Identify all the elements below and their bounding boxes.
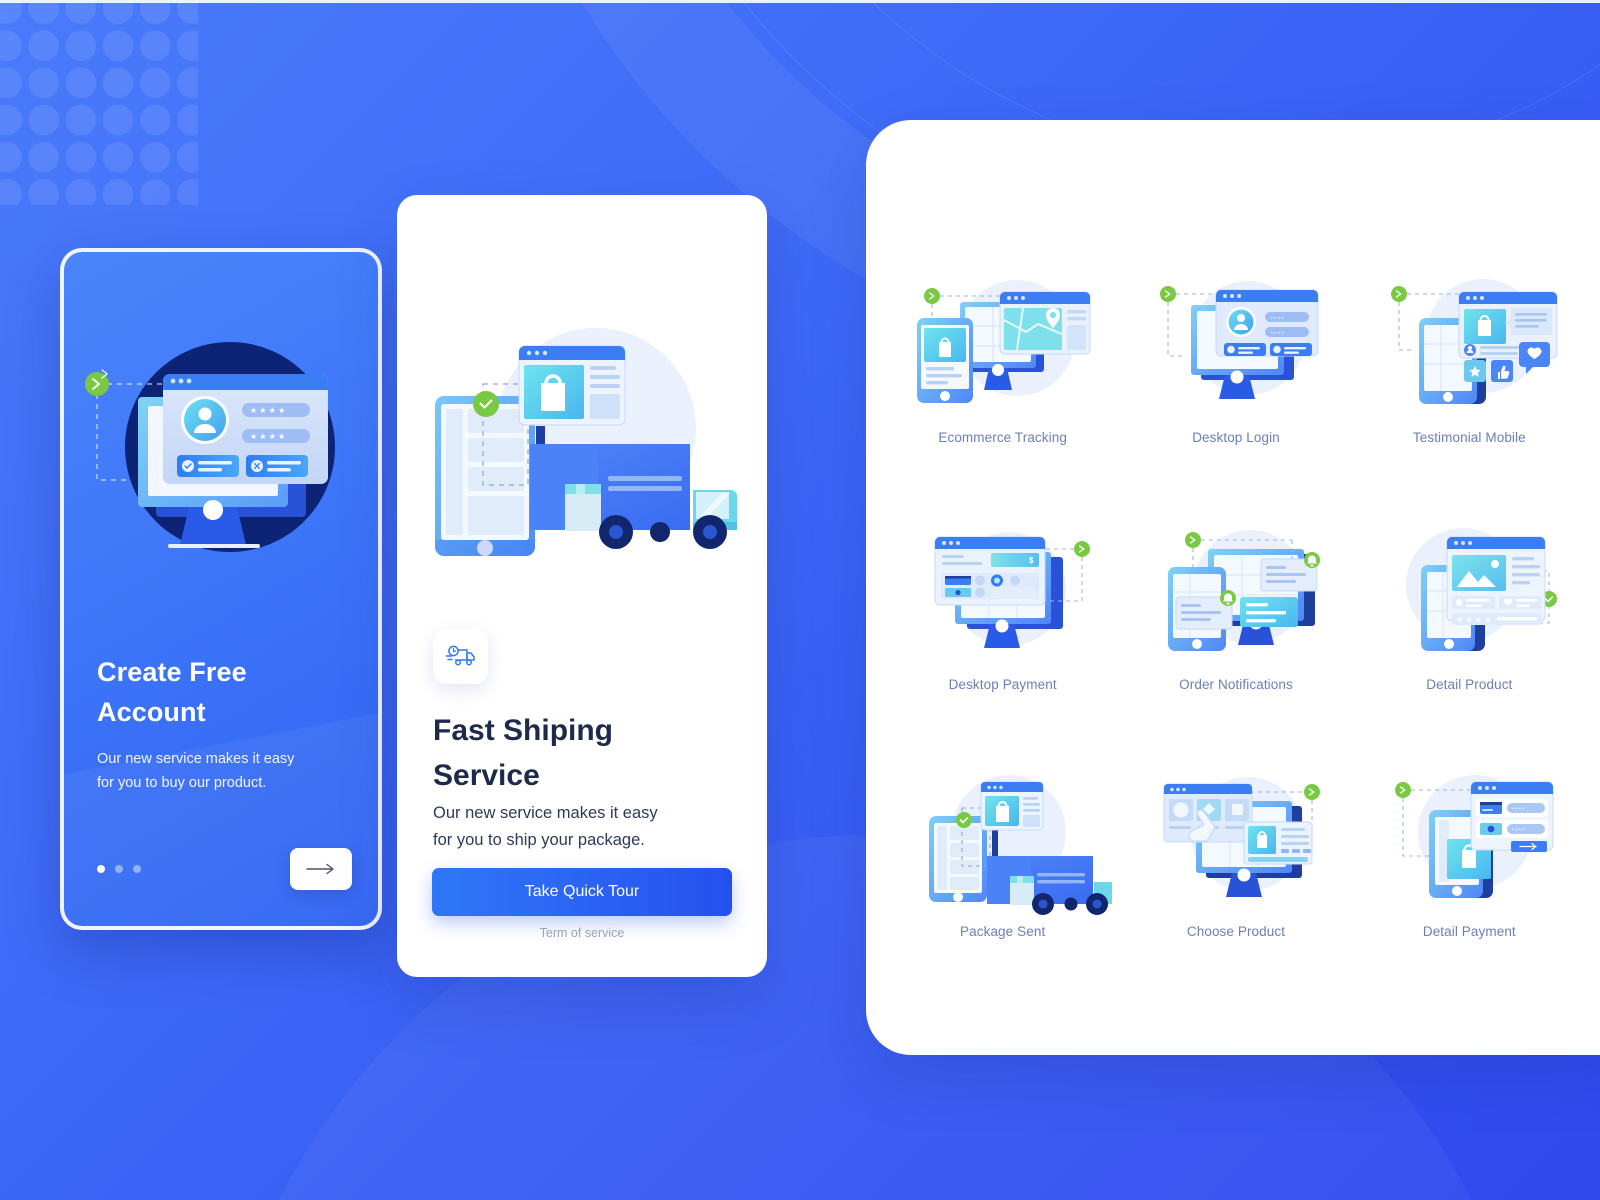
pagination-dot-2[interactable]: [115, 865, 123, 873]
onboarding-subtitle-line1: Our new service makes it easy: [97, 751, 295, 767]
onboarding-text-block: Create Free Account Our new service make…: [97, 652, 347, 795]
svg-text:• • • •: • • • •: [1271, 331, 1283, 337]
shipping-title-line2: Service: [433, 759, 540, 792]
top-edge-strip: [0, 0, 1600, 3]
pagination-dot-3[interactable]: [133, 865, 141, 873]
take-quick-tour-button[interactable]: Take Quick Tour: [432, 868, 732, 916]
create-account-illustration: ★ ★ ★ ★ ★ ★ ★ ★: [64, 307, 378, 597]
svg-text:$: $: [1029, 556, 1034, 565]
illustration-label: Ecommerce Tracking: [938, 430, 1067, 445]
delivery-truck-icon: [445, 645, 475, 665]
onboarding-subtitle-line2: for you to buy our product.: [97, 775, 267, 791]
desktop-login-illustration: • • • • • • • •: [1159, 281, 1319, 399]
illustration-item-detail-product[interactable]: ★ ★ ★ ★ Detail Product: [1353, 507, 1586, 692]
illustration-item-choose-product[interactable]: Choose Product: [1119, 754, 1352, 939]
choose-product-illustration: [1163, 777, 1320, 897]
illustration-item-detail-payment[interactable]: • • • • • • • • Detail Payment: [1353, 754, 1586, 939]
package-sent-illustration: [928, 775, 1112, 915]
order-notifications-illustration: [1167, 530, 1320, 651]
onboarding-title-line2: Account: [97, 697, 206, 727]
fast-shipping-illustration: [410, 308, 755, 578]
illustration-library-panel: Ecommerce Tracking • • • • • • • • Deskt…: [866, 120, 1600, 1055]
shipping-badge-icon-tile: [433, 629, 488, 684]
illustration-item-desktop-login[interactable]: • • • • • • • • Desktop Login: [1119, 260, 1352, 445]
arrow-right-icon: [306, 863, 334, 875]
illustration-label: Detail Payment: [1422, 924, 1516, 939]
pagination-dot-1[interactable]: [97, 865, 105, 873]
svg-text:• • • •: • • • •: [1271, 316, 1283, 322]
svg-text:• • • •: • • • •: [1512, 827, 1524, 833]
testimonial-mobile-illustration: [1391, 279, 1558, 404]
onboarding-footer: [97, 848, 352, 890]
ecommerce-tracking-illustration: [916, 280, 1091, 403]
illustration-item-package-sent[interactable]: Package Sent: [886, 754, 1119, 939]
svg-text:★ ★ ★ ★: ★ ★ ★ ★: [250, 406, 285, 415]
shipping-subtitle: Our new service makes it easy for you to…: [433, 800, 733, 854]
desktop-payment-illustration: $: [934, 532, 1090, 648]
illustration-label: Order Notifications: [1179, 677, 1293, 692]
illustration-label: Choose Product: [1186, 924, 1286, 939]
illustration-label: Detail Product: [1426, 677, 1513, 692]
pagination-dots[interactable]: [97, 865, 141, 873]
illustration-item-order-notifications[interactable]: Order Notifications: [1119, 507, 1352, 692]
shipping-subtitle-line2: for you to ship your package.: [433, 831, 645, 849]
illustration-grid: Ecommerce Tracking • • • • • • • • Deskt…: [886, 260, 1586, 939]
illustration-label: Desktop Payment: [948, 677, 1057, 692]
detail-product-illustration: ★ ★ ★ ★: [1406, 528, 1558, 651]
illustration-item-desktop-payment[interactable]: $ Desktop Payment: [886, 507, 1119, 692]
illustration-label: Testimonial Mobile: [1412, 430, 1526, 445]
illustration-label: Package Sent: [960, 924, 1046, 939]
illustration-label: Desktop Login: [1192, 430, 1280, 445]
illustration-item-testimonial-mobile[interactable]: Testimonial Mobile: [1353, 260, 1586, 445]
terms-of-service-link[interactable]: Term of service: [397, 926, 767, 940]
svg-text:★ ★ ★ ★: ★ ★ ★ ★: [1456, 615, 1491, 624]
shipping-title: Fast Shiping Service: [433, 708, 723, 798]
shipping-card[interactable]: Fast Shiping Service Our new service mak…: [397, 195, 767, 977]
svg-text:★ ★ ★ ★: ★ ★ ★ ★: [250, 432, 285, 441]
onboarding-title-line1: Create Free: [97, 657, 247, 687]
illustration-item-ecommerce-tracking[interactable]: Ecommerce Tracking: [886, 260, 1119, 445]
shipping-subtitle-line1: Our new service makes it easy: [433, 804, 658, 822]
detail-payment-illustration: • • • • • • • •: [1395, 775, 1554, 898]
svg-text:• • • •: • • • •: [1512, 806, 1524, 812]
next-button[interactable]: [290, 848, 352, 890]
onboarding-card-create-account[interactable]: ★ ★ ★ ★ ★ ★ ★ ★ Create Free Account Our …: [60, 248, 382, 930]
dot-pattern-decoration: [0, 0, 198, 205]
shipping-title-line1: Fast Shiping: [433, 714, 613, 747]
